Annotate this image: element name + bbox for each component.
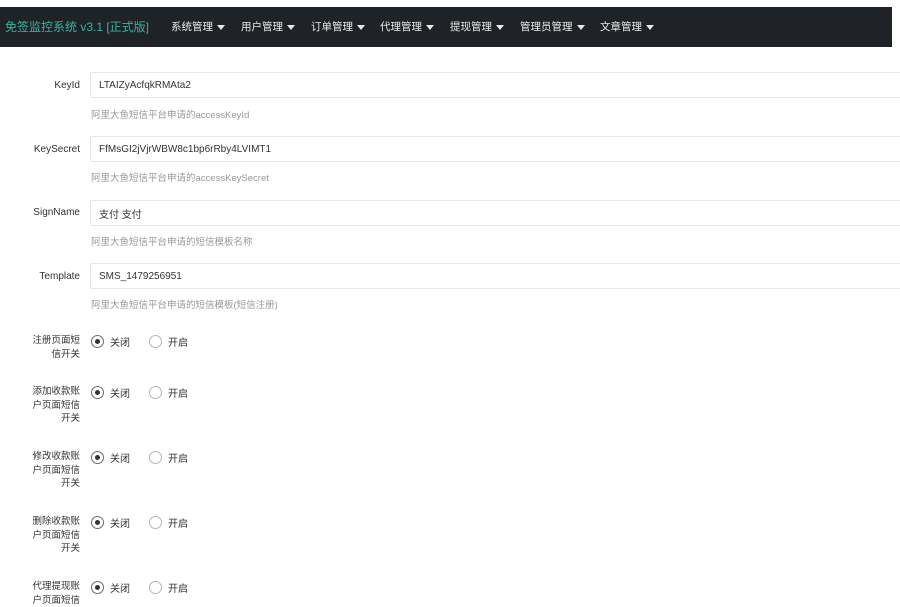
template-label: Template (39, 271, 80, 282)
radio-option-label: 关闭 (110, 389, 130, 400)
radio-option-label: 关闭 (110, 338, 130, 349)
delete-account-sms-switch-label: 删除收款账户页面短信开关 (32, 516, 80, 554)
template-input[interactable] (90, 263, 900, 289)
keysecret-label: KeySecret (33, 144, 80, 155)
template-help: 阿里大鱼短信平台申请的短信模板(短信注册) (91, 300, 278, 311)
sms-settings-form: KeyId 阿里大鱼短信平台申请的accessKeyId KeySecret 阿… (0, 0, 900, 606)
radio-checked-icon (91, 386, 104, 399)
add-account-sms-off-radio[interactable]: 关闭 (91, 385, 130, 400)
delete-account-sms-on-radio[interactable]: 开启 (149, 515, 188, 530)
radio-option-label: 开启 (168, 519, 188, 530)
radio-option-label: 开启 (168, 389, 188, 400)
agent-withdraw-sms-switch-label: 代理提现账户页面短信 (32, 581, 80, 606)
signname-help: 阿里大鱼短信平台申请的短信模板名称 (91, 237, 253, 248)
add-account-sms-switch-label: 添加收款账户页面短信开关 (32, 386, 80, 424)
edit-account-sms-on-radio[interactable]: 开启 (149, 450, 188, 465)
radio-option-label: 关闭 (110, 454, 130, 465)
register-sms-switch-label: 注册页面短信开关 (32, 335, 80, 360)
radio-option-label: 开启 (168, 454, 188, 465)
edit-account-sms-switch-label: 修改收款账户页面短信开关 (32, 451, 80, 489)
keyid-label: KeyId (54, 80, 80, 91)
radio-unchecked-icon (149, 335, 162, 348)
radio-option-label: 开启 (168, 338, 188, 349)
radio-option-label: 开启 (168, 584, 188, 595)
radio-option-label: 关闭 (110, 584, 130, 595)
radio-unchecked-icon (149, 451, 162, 464)
signname-input[interactable] (90, 200, 900, 226)
keysecret-input[interactable] (90, 136, 900, 162)
signname-label: SignName (33, 207, 80, 218)
agent-withdraw-sms-off-radio[interactable]: 关闭 (91, 580, 130, 595)
keyid-help: 阿里大鱼短信平台申请的accessKeyId (91, 110, 250, 121)
radio-checked-icon (91, 516, 104, 529)
agent-withdraw-sms-on-radio[interactable]: 开启 (149, 580, 188, 595)
radio-unchecked-icon (149, 386, 162, 399)
register-sms-off-radio[interactable]: 关闭 (91, 334, 130, 349)
radio-unchecked-icon (149, 581, 162, 594)
radio-checked-icon (91, 335, 104, 348)
radio-option-label: 关闭 (110, 519, 130, 530)
keyid-input[interactable] (90, 72, 900, 98)
register-sms-on-radio[interactable]: 开启 (149, 334, 188, 349)
radio-checked-icon (91, 451, 104, 464)
delete-account-sms-off-radio[interactable]: 关闭 (91, 515, 130, 530)
radio-checked-icon (91, 581, 104, 594)
keysecret-help: 阿里大鱼短信平台申请的accessKeySecret (91, 173, 269, 184)
add-account-sms-on-radio[interactable]: 开启 (149, 385, 188, 400)
radio-unchecked-icon (149, 516, 162, 529)
edit-account-sms-off-radio[interactable]: 关闭 (91, 450, 130, 465)
